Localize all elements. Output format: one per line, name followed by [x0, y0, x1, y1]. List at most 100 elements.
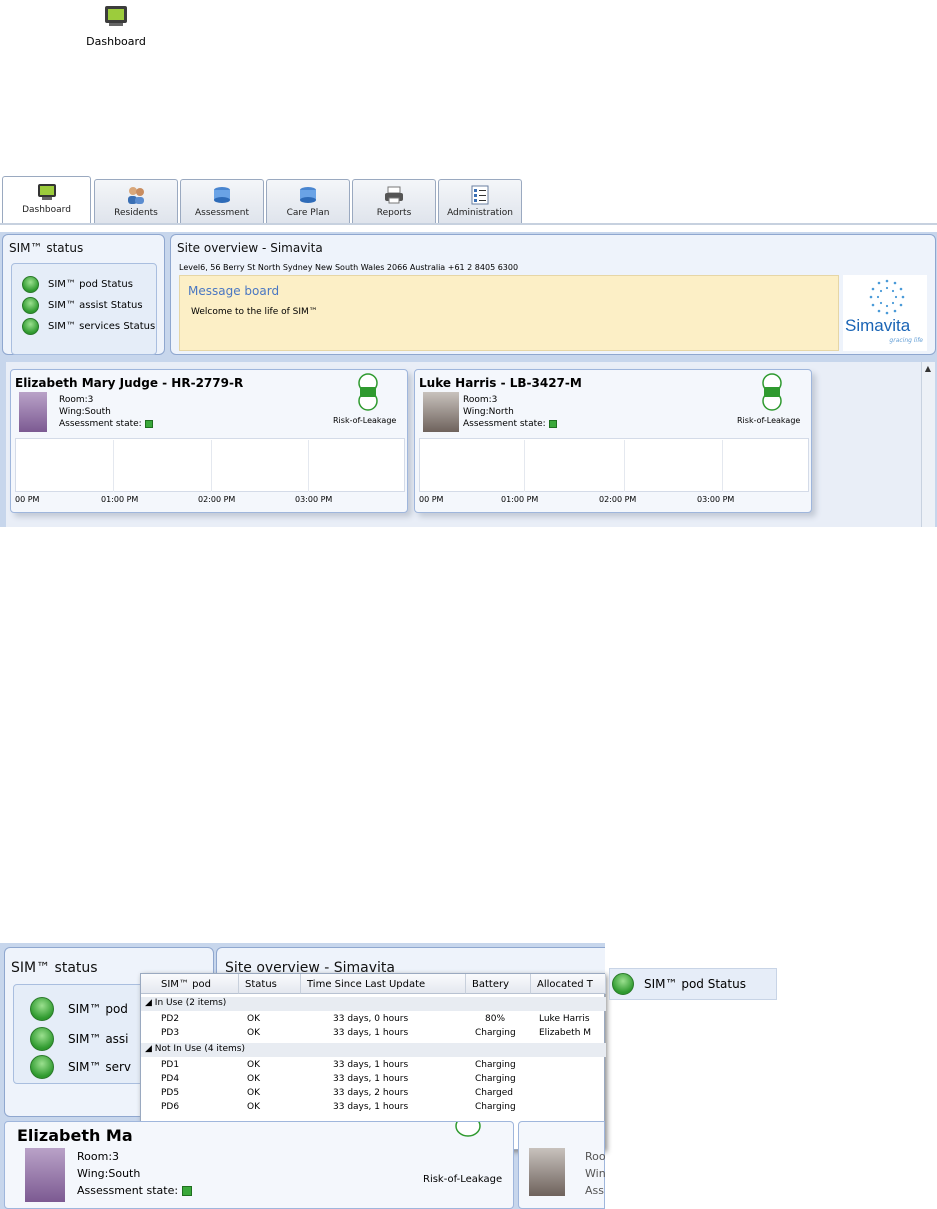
status-ok-icon [30, 1055, 54, 1079]
sim-assist-status[interactable]: SIM™ assist Status [22, 297, 143, 314]
chart-gridline [722, 440, 723, 492]
cell-pod: PD1 [161, 1060, 180, 1070]
zoom-risk-label: Risk-of-Leakage [423, 1174, 503, 1185]
status-label: SIM™ serv [68, 1060, 131, 1074]
tab-residents[interactable]: Residents [94, 179, 178, 223]
table-row[interactable]: PD5 OK 33 days, 2 hours Charged [141, 1087, 606, 1101]
sim-status-list: SIM™ pod Status SIM™ assist Status SIM™ … [11, 263, 157, 355]
table-row[interactable]: PD3 OK 33 days, 1 hours Charging Elizabe… [141, 1027, 606, 1041]
resident-wing: Wing:North [463, 407, 514, 417]
residents-icon [128, 187, 144, 204]
tab-label: Administration [447, 208, 513, 218]
resident-room: Room:3 [59, 395, 94, 405]
group-in-use[interactable]: ◢ In Use (2 items) [141, 997, 606, 1011]
tab-dashboard[interactable]: Dashboard [2, 176, 91, 224]
logo-text: Simavita [845, 316, 911, 335]
sim-pod-status-chip[interactable]: SIM™ pod Status [609, 968, 777, 1000]
column-header-pod[interactable]: SIM™ pod [141, 974, 239, 994]
sim-status-title: SIM™ status [9, 241, 84, 255]
main-tab-bar: Dashboard Residents Assessment Care Plan… [2, 176, 937, 224]
logo-sunburst-icon [869, 279, 905, 315]
vertical-scrollbar[interactable] [921, 362, 935, 527]
column-header-time[interactable]: Time Since Last Update [301, 974, 466, 994]
tab-label: Dashboard [22, 205, 71, 215]
tab-assessment[interactable]: Assessment [180, 179, 264, 223]
logo-tagline: gracing life [889, 337, 923, 344]
dashboard-icon [37, 184, 56, 200]
zoom-resident-wing: Wing:South [77, 1167, 141, 1180]
resident-wing: Wing:South [59, 407, 111, 417]
chip-label: SIM™ pod Status [644, 977, 746, 991]
table-row[interactable]: PD2 OK 33 days, 0 hours 80% Luke Harris [141, 1013, 606, 1027]
zoom-sim-pod-status[interactable]: SIM™ pod [30, 997, 128, 1021]
care-plan-icon [300, 187, 316, 203]
message-board-title: Message board [188, 284, 280, 298]
group-not-in-use[interactable]: ◢ Not In Use (4 items) [141, 1043, 606, 1057]
status-ok-icon [22, 318, 39, 335]
cell-allocated: Luke Harris [539, 1014, 590, 1024]
chart-gridline [624, 440, 625, 492]
risk-label: Risk-of-Leakage [333, 416, 397, 425]
status-label: SIM™ assi [68, 1032, 129, 1046]
assessment-state: Assessment state: [59, 418, 153, 430]
status-ok-icon [612, 973, 634, 995]
resident-card[interactable]: Elizabeth Mary Judge - HR-2779-R Room:3 … [10, 369, 408, 513]
sim-pod-status[interactable]: SIM™ pod Status [22, 276, 133, 293]
zoom-card2-line: Ass [585, 1184, 604, 1197]
cell-battery: Charged [475, 1088, 514, 1098]
zoom-card2-line: Win [585, 1167, 606, 1180]
cell-battery: Charging [475, 1028, 516, 1038]
cell-status: OK [247, 1102, 260, 1112]
cell-battery: Charging [475, 1074, 516, 1084]
desktop-dashboard-shortcut[interactable]: Dashboard [80, 4, 152, 48]
cell-pod: PD6 [161, 1102, 180, 1112]
status-label: SIM™ pod Status [48, 279, 133, 290]
status-label: SIM™ assist Status [48, 300, 143, 311]
cell-battery: 80% [485, 1014, 506, 1024]
assessment-state: Assessment state: [463, 418, 557, 430]
hourglass-icon [455, 1122, 481, 1137]
status-ok-icon [22, 276, 39, 293]
zoom-resident-card[interactable]: Elizabeth Ma Room:3 Wing:South Assessmen… [4, 1121, 514, 1209]
zoom-resident-card-2[interactable]: Roo Win Ass [518, 1121, 606, 1209]
cell-pod: PD5 [161, 1088, 180, 1098]
tab-label: Residents [114, 208, 158, 218]
tab-divider [0, 223, 937, 225]
column-header-battery[interactable]: Battery [466, 974, 531, 994]
cell-status: OK [247, 1074, 260, 1084]
column-header-allocated[interactable]: Allocated T [531, 974, 606, 994]
chart-gridline [113, 440, 114, 492]
assessment-ok-icon [548, 419, 557, 428]
resident-name: Elizabeth Mary Judge - HR-2779-R [15, 376, 244, 390]
assessment-state-label: Assessment state: [59, 419, 142, 429]
scroll-up-icon[interactable]: ▲ [921, 364, 935, 373]
checklist-icon [471, 185, 489, 205]
chart-time-label: 02:00 PM [599, 495, 637, 504]
tab-care-plan[interactable]: Care Plan [266, 179, 350, 223]
chart-time-label: 02:00 PM [198, 495, 236, 504]
table-row[interactable]: PD1 OK 33 days, 1 hours Charging [141, 1059, 606, 1073]
residents-area: Elizabeth Mary Judge - HR-2779-R Room:3 … [6, 362, 923, 527]
zoom-assessment-state-label: Assessment state: [77, 1184, 179, 1197]
cell-time: 33 days, 2 hours [333, 1088, 409, 1098]
cell-allocated: Elizabeth M [539, 1028, 592, 1038]
table-row[interactable]: PD4 OK 33 days, 1 hours Charging [141, 1073, 606, 1087]
chart-time-label: 03:00 PM [295, 495, 333, 504]
table-row[interactable]: PD6 OK 33 days, 1 hours Charging [141, 1101, 606, 1115]
hourglass-icon [358, 373, 378, 411]
tab-reports[interactable]: Reports [352, 179, 436, 223]
site-address: Level6, 56 Berry St North Sydney New Sou… [179, 263, 519, 272]
assessment-state-label: Assessment state: [463, 419, 546, 429]
resident-card[interactable]: Luke Harris - LB-3427-M Room:3 Wing:Nort… [414, 369, 812, 513]
sim-services-status[interactable]: SIM™ services Status [22, 318, 155, 335]
cell-pod: PD3 [161, 1028, 180, 1038]
simavita-logo: Simavita gracing life [843, 275, 927, 351]
site-overview-panel: Site overview - Simavita Level6, 56 Berr… [170, 234, 936, 355]
zoom-resident-avatar [529, 1148, 565, 1196]
column-header-status[interactable]: Status [239, 974, 301, 994]
risk-label: Risk-of-Leakage [737, 416, 801, 425]
chart-time-label: 01:00 PM [101, 495, 139, 504]
zoom-sim-services-status[interactable]: SIM™ serv [30, 1055, 131, 1079]
zoom-sim-assist-status[interactable]: SIM™ assi [30, 1027, 129, 1051]
tab-administration[interactable]: Administration [438, 179, 522, 223]
